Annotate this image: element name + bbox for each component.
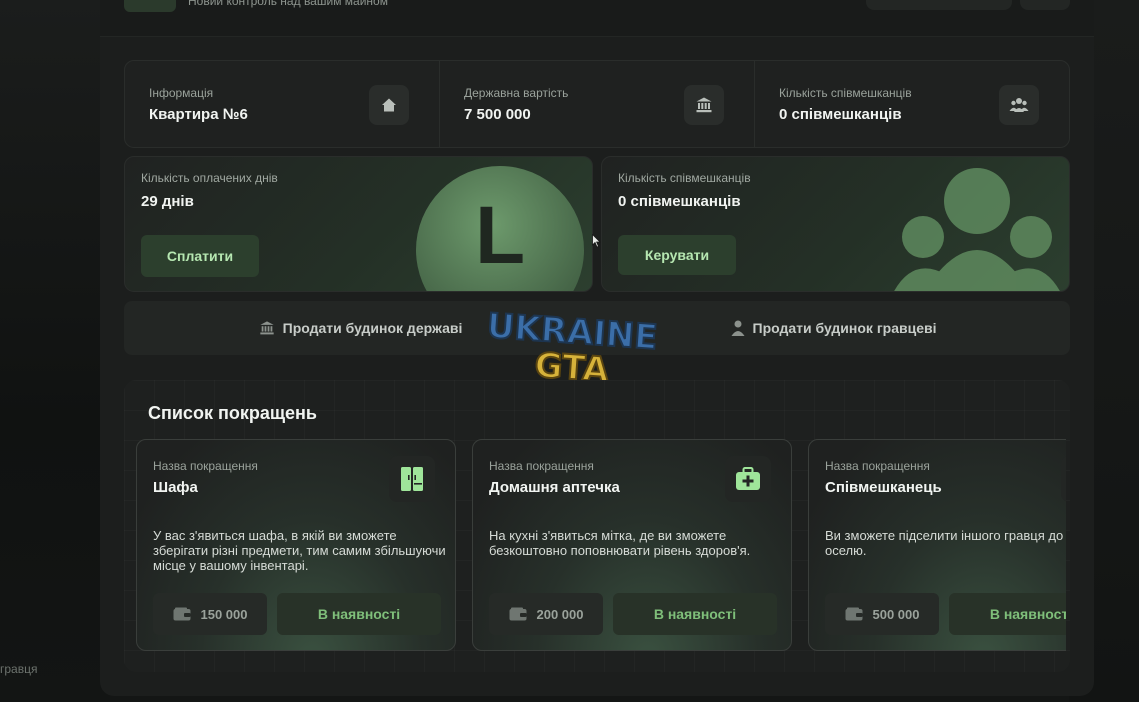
upgrade-label: Назва покращення	[489, 459, 594, 473]
info-value: 0 співмешканців	[779, 106, 902, 123]
price-value: 500 000	[872, 606, 920, 622]
tenants-card: Кількість співмешканців 0 співмешканців …	[601, 156, 1070, 292]
header-close-button[interactable]	[1020, 0, 1070, 10]
upgrade-label: Назва покращення	[153, 459, 258, 473]
tenants-label: Кількість співмешканців	[618, 171, 751, 185]
mouse-cursor-icon	[592, 234, 601, 248]
upgrade-card-roommate[interactable]: Назва покращення Співмешканець Ви зможет…	[808, 439, 1066, 651]
wallet-icon	[173, 607, 190, 621]
price-value: 200 000	[536, 606, 584, 622]
bank-icon	[684, 85, 724, 125]
info-row: Інформація Квартира №6 Державна вартість…	[124, 60, 1070, 148]
pay-button[interactable]: Сплатити	[141, 235, 259, 277]
bank-icon	[259, 321, 274, 335]
upgrade-name: Співмешканець	[825, 479, 942, 496]
people-icon	[999, 85, 1039, 125]
upgrade-description: На кухні з'явиться мітка, де ви зможете …	[489, 528, 751, 558]
price-tag: 500 000	[825, 593, 939, 635]
upgrades-panel: Список покращень Назва покращення Шафа У…	[124, 380, 1070, 672]
sell-to-player-button[interactable]: Продати будинок гравцеві	[597, 301, 1070, 355]
upgrade-description: Ви зможете підселити іншого гравця до се…	[825, 528, 1066, 558]
info-cell-apartment: Інформація Квартира №6	[125, 61, 440, 147]
wallet-icon	[845, 607, 862, 621]
price-tag: 150 000	[153, 593, 267, 635]
background-left	[0, 0, 110, 702]
wardrobe-icon	[389, 456, 435, 502]
manage-button[interactable]: Керувати	[618, 235, 736, 275]
upgrade-label: Назва покращення	[825, 459, 930, 473]
upgrade-name: Шафа	[153, 479, 198, 496]
tenants-value: 0 співмешканців	[618, 193, 741, 210]
info-label: Кількість співмешканців	[779, 86, 912, 100]
upgrades-list[interactable]: Назва покращення Шафа У вас з'явиться ша…	[136, 439, 1066, 653]
upgrades-title: Список покращень	[148, 403, 317, 423]
house-icon	[369, 85, 409, 125]
info-cell-price: Державна вартість 7 500 000	[440, 61, 755, 147]
medkit-icon	[725, 456, 771, 502]
paid-days-card: L Кількість оплачених днів 29 днів Сплат…	[124, 156, 593, 292]
upgrade-name: Домашня аптечка	[489, 479, 620, 496]
price-tag: 200 000	[489, 593, 603, 635]
availability-button[interactable]: В наявності	[277, 593, 441, 635]
person-icon	[731, 320, 745, 336]
info-label: Державна вартість	[464, 86, 569, 100]
info-value: 7 500 000	[464, 106, 531, 123]
paid-days-label: Кількість оплачених днів	[141, 171, 278, 185]
people-emblem-icon	[894, 168, 1060, 291]
background-caption: гравця	[0, 662, 38, 676]
upgrade-card-wardrobe[interactable]: Назва покращення Шафа У вас з'явиться ша…	[136, 439, 456, 651]
paid-days-value: 29 днів	[141, 193, 194, 210]
roommate-icon	[1061, 456, 1066, 502]
info-label: Інформація	[149, 86, 214, 100]
upgrade-description: У вас з'явиться шафа, в якій ви зможете …	[153, 528, 446, 573]
availability-button[interactable]: В наявності	[613, 593, 777, 635]
info-value: Квартира №6	[149, 106, 248, 123]
sell-to-player-label: Продати будинок гравцеві	[752, 320, 937, 336]
sell-to-state-label: Продати будинок державі	[282, 320, 463, 336]
info-cell-tenants: Кількість співмешканців 0 співмешканців	[755, 61, 1069, 147]
svg-text:L: L	[475, 190, 525, 281]
availability-button[interactable]: В наявності	[949, 593, 1066, 635]
price-value: 150 000	[200, 606, 248, 622]
upgrade-card-medkit[interactable]: Назва покращення Домашня аптечка На кухн…	[472, 439, 792, 651]
coin-emblem-icon: L	[416, 166, 584, 291]
ukraine-gta-logo: UKRAINE GTA	[485, 305, 660, 389]
wallet-icon	[509, 607, 526, 621]
header-logo	[124, 0, 176, 12]
header-action-button[interactable]	[866, 0, 1012, 10]
header-subtitle: Новий контроль над вашим майном	[188, 0, 388, 8]
